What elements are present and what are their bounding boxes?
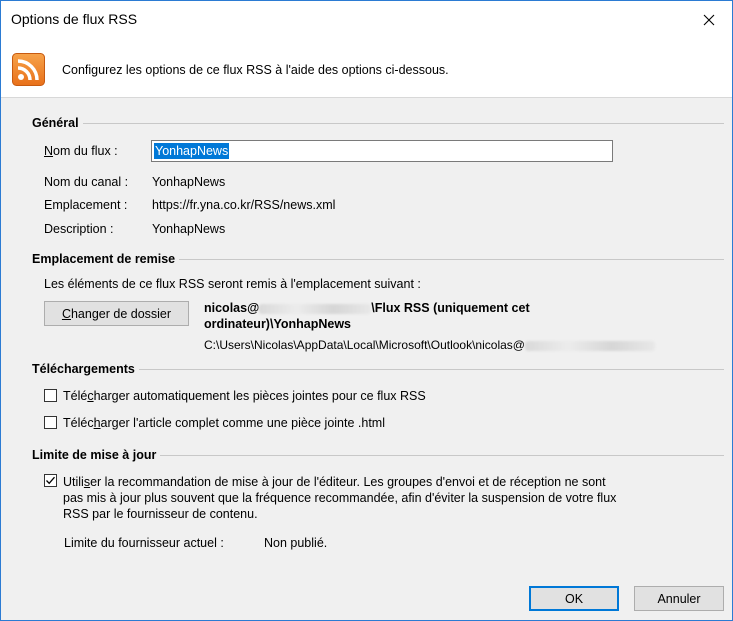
section-delivery-title: Emplacement de remise — [32, 252, 180, 266]
cancel-button[interactable]: Annuler — [634, 586, 724, 611]
section-divider — [32, 123, 724, 124]
use-recommendation-line2: pas mis à jour plus souvent que la fréqu… — [63, 491, 617, 505]
change-folder-label: Changer de dossier — [61, 306, 172, 321]
description-label: Description : — [44, 222, 114, 236]
ok-button[interactable]: OK — [529, 586, 619, 611]
delivery-info-text: Les éléments de ce flux RSS seront remis… — [44, 277, 421, 291]
close-button[interactable] — [686, 1, 732, 39]
location-label: Emplacement : — [44, 198, 128, 212]
section-general-title: Général — [32, 116, 83, 130]
window-title: Options de flux RSS — [11, 11, 138, 27]
redacted-account — [259, 303, 372, 314]
dialog-header: Configurez les options de ce flux RSS à … — [1, 39, 732, 98]
checkmark-icon — [46, 476, 55, 485]
title-bar: Options de flux RSS — [1, 1, 732, 39]
folder-path-suffix: \Flux RSS (uniquement cet — [371, 301, 530, 315]
current-limit-label: Limite du fournisseur actuel : — [64, 536, 224, 550]
use-recommendation-checkbox[interactable] — [44, 474, 57, 487]
description-value: YonhapNews — [152, 222, 226, 236]
ok-label: OK — [564, 591, 584, 606]
full-article-label: Télécharger l'article complet comme une … — [63, 416, 385, 430]
auto-attachments-checkbox[interactable] — [44, 389, 57, 402]
rss-options-dialog: Options de flux RSS Configurez les optio… — [0, 0, 733, 621]
delivery-file-path: C:\Users\Nicolas\AppData\Local\Microsoft… — [204, 338, 655, 352]
folder-path-line2: ordinateur)\YonhapNews — [204, 317, 352, 331]
current-limit-value: Non publié. — [264, 536, 328, 550]
channel-name-value: YonhapNews — [152, 175, 226, 189]
feed-name-value: YonhapNews — [154, 143, 230, 159]
section-update-limit-title: Limite de mise à jour — [32, 448, 161, 462]
close-icon — [703, 14, 715, 26]
folder-account-prefix: nicolas@ — [204, 301, 260, 315]
location-value: https://fr.yna.co.kr/RSS/news.xml — [152, 198, 336, 212]
feed-name-input[interactable]: YonhapNews — [151, 140, 613, 162]
redacted-path — [524, 340, 655, 351]
change-folder-button[interactable]: Changer de dossier — [44, 301, 189, 326]
dialog-description: Configurez les options de ce flux RSS à … — [62, 63, 449, 77]
use-recommendation-line3: RSS par le fournisseur de contenu. — [63, 507, 258, 521]
feed-name-label: Nom du flux : — [44, 144, 118, 158]
file-path-prefix: C:\Users\Nicolas\AppData\Local\Microsoft… — [204, 338, 525, 352]
use-recommendation-line1: Utiliser la recommandation de mise à jou… — [63, 475, 606, 489]
rss-feed-icon — [12, 53, 45, 86]
delivery-folder-path: nicolas@ \Flux RSS (uniquement cet ordina… — [204, 300, 530, 332]
use-recommendation-label: Utiliser la recommandation de mise à jou… — [63, 474, 616, 522]
channel-name-label: Nom du canal : — [44, 175, 129, 189]
section-downloads-title: Téléchargements — [32, 362, 139, 376]
auto-attachments-label: Télécharger automatiquement les pièces j… — [63, 389, 426, 403]
full-article-checkbox[interactable] — [44, 416, 57, 429]
cancel-label: Annuler — [657, 591, 701, 606]
